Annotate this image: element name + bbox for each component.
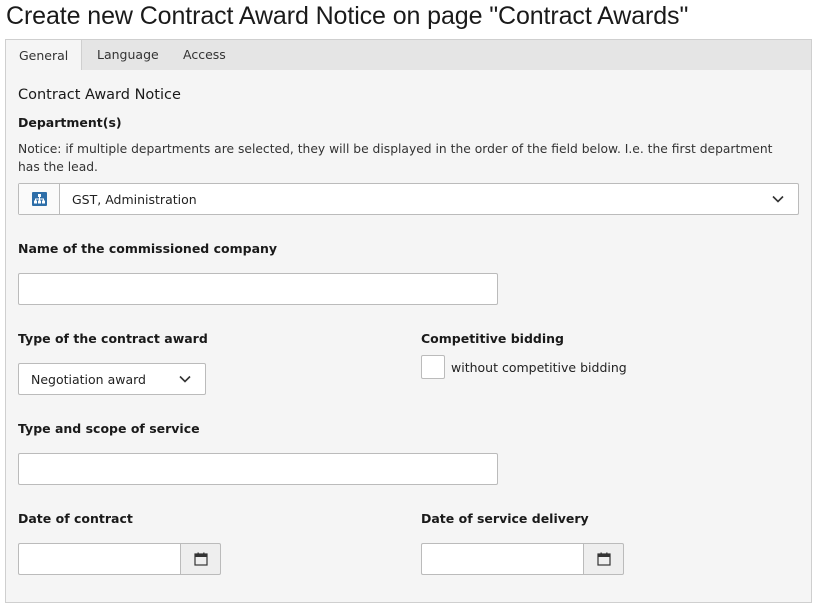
departments-icon-box	[19, 184, 60, 214]
company-name-label: Name of the commissioned company	[18, 241, 278, 256]
contract-date-label: Date of contract	[18, 511, 133, 526]
delivery-date-label: Date of service delivery	[421, 511, 589, 526]
chevron-down-icon	[179, 375, 191, 383]
chevron-down-icon	[772, 195, 784, 203]
calendar-icon	[597, 552, 611, 566]
without-competitive-bidding-label: without competitive bidding	[451, 360, 627, 375]
tab-general[interactable]: General	[5, 39, 83, 72]
company-name-input[interactable]	[18, 273, 498, 305]
departments-label: Department(s)	[18, 115, 122, 130]
competitive-bidding-label: Competitive bidding	[421, 331, 564, 346]
delivery-date-calendar-button[interactable]	[583, 543, 624, 575]
tab-bar: General Language Access	[5, 39, 812, 72]
departments-selected-value: GST, Administration	[72, 192, 197, 207]
service-scope-label: Type and scope of service	[18, 421, 200, 436]
page-title: Create new Contract Award Notice on page…	[6, 2, 689, 30]
contract-date-input[interactable]	[18, 543, 181, 575]
departments-select[interactable]: GST, Administration	[18, 183, 799, 215]
tab-language[interactable]: Language	[84, 39, 172, 71]
award-type-select[interactable]: Negotiation award	[18, 363, 206, 395]
section-header: Contract Award Notice	[18, 87, 181, 103]
org-chart-icon	[32, 192, 47, 206]
delivery-date-input[interactable]	[421, 543, 584, 575]
contract-date-calendar-button[interactable]	[180, 543, 221, 575]
without-competitive-bidding-checkbox[interactable]	[421, 355, 445, 379]
award-type-selected-value: Negotiation award	[31, 372, 146, 387]
tab-access[interactable]: Access	[170, 39, 239, 71]
departments-notice: Notice: if multiple departments are sele…	[18, 142, 773, 174]
calendar-icon	[194, 552, 208, 566]
award-type-label: Type of the contract award	[18, 331, 208, 346]
service-scope-input[interactable]	[18, 453, 498, 485]
